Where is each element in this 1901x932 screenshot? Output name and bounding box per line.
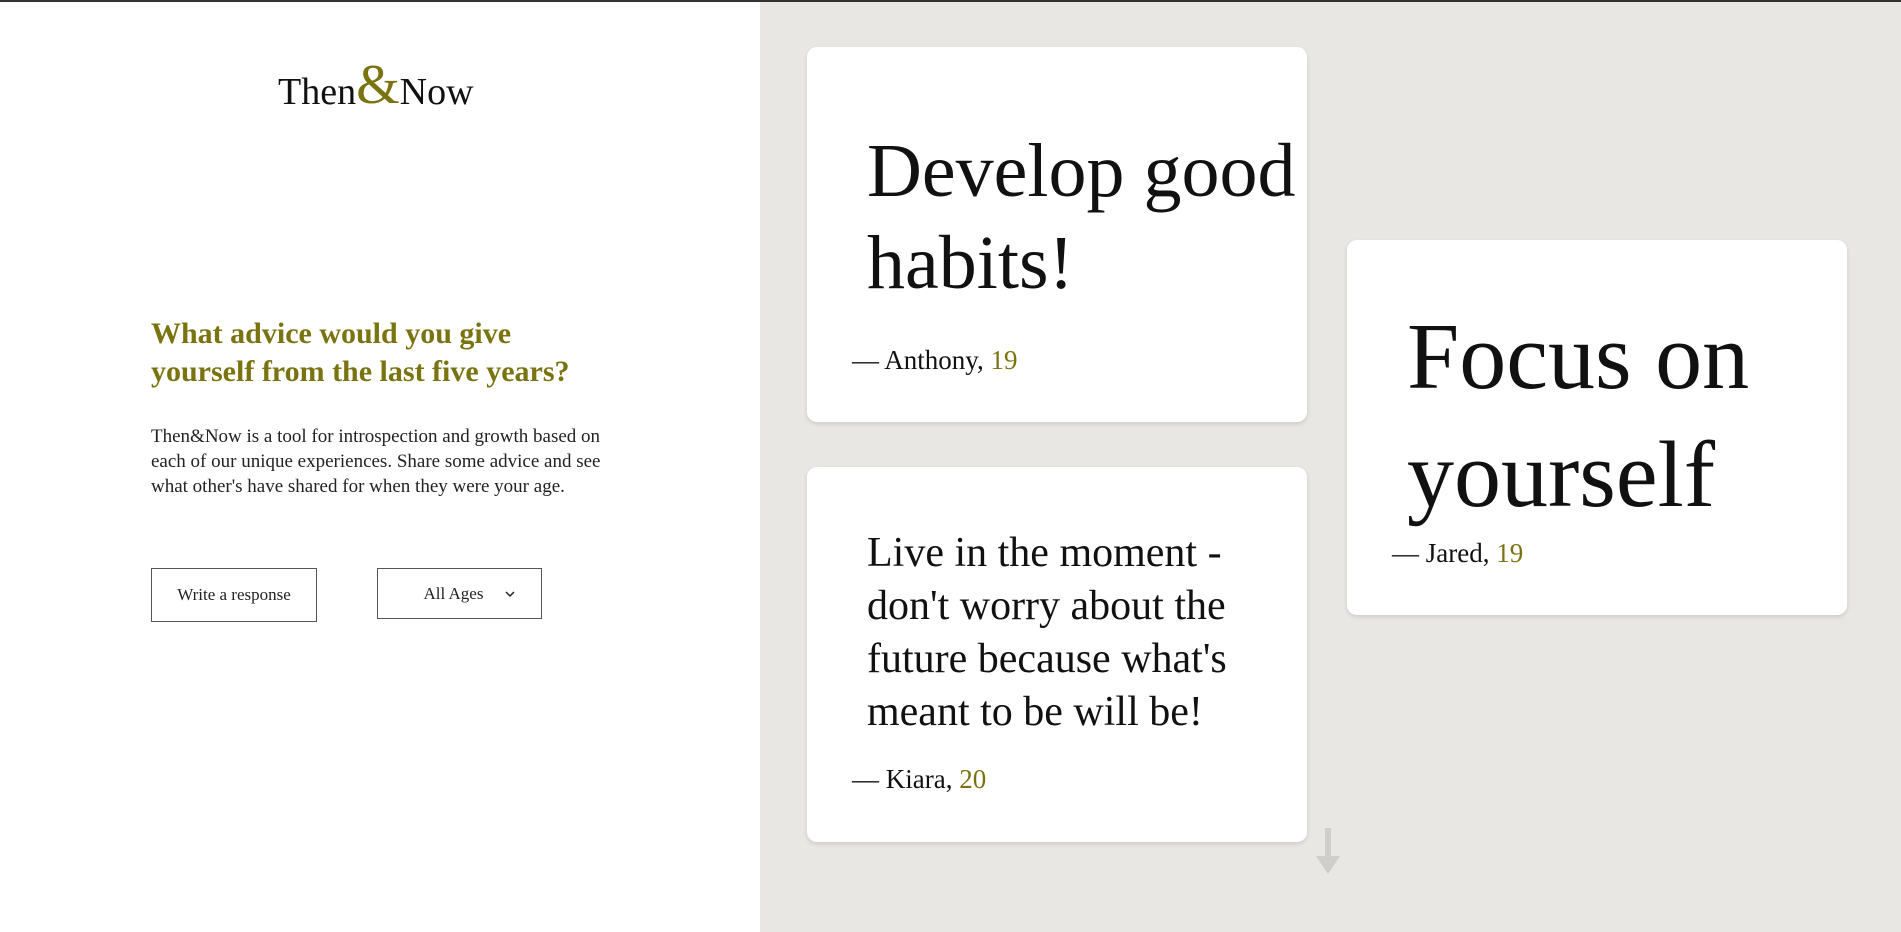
advice-card[interactable]: Develop good habits! — Anthony, 19: [807, 47, 1307, 422]
author-dash: —: [852, 345, 879, 375]
logo-ampersand: &: [356, 54, 400, 116]
advice-card[interactable]: Live in the moment - don't worry about t…: [807, 467, 1307, 842]
advice-author: — Jared, 19: [1392, 538, 1523, 569]
chevron-down-icon: [505, 590, 516, 597]
advice-quote: Live in the moment - don't worry about t…: [867, 530, 1227, 735]
arrow-down-icon[interactable]: [1316, 828, 1340, 876]
page-question: What advice would you give yourself from…: [151, 317, 570, 388]
author-age: 19: [1496, 538, 1524, 568]
age-filter-value: All Ages: [423, 583, 484, 603]
advice-author: — Anthony, 19: [852, 345, 1018, 376]
author-name: Anthony,: [884, 345, 984, 375]
logo-then: Then: [278, 71, 357, 113]
advice-quote: Focus on yourself: [1407, 305, 1750, 527]
author-name: Jared,: [1425, 538, 1490, 568]
author-dash: —: [852, 764, 879, 794]
logo-now: Now: [399, 71, 474, 113]
author-age: 20: [959, 764, 987, 794]
age-filter-select[interactable]: All Ages: [377, 568, 542, 619]
write-response-button[interactable]: Write a response: [151, 568, 317, 622]
author-name: Kiara,: [885, 764, 953, 794]
logo[interactable]: Then&Now: [278, 57, 474, 114]
advice-card[interactable]: Focus on yourself — Jared, 19: [1347, 240, 1847, 615]
advice-quote: Develop good habits!: [867, 129, 1296, 305]
author-age: 19: [990, 345, 1018, 375]
page-description: Then&Now is a tool for introspection and…: [151, 426, 601, 497]
author-dash: —: [1392, 538, 1419, 568]
advice-author: — Kiara, 20: [852, 764, 986, 795]
